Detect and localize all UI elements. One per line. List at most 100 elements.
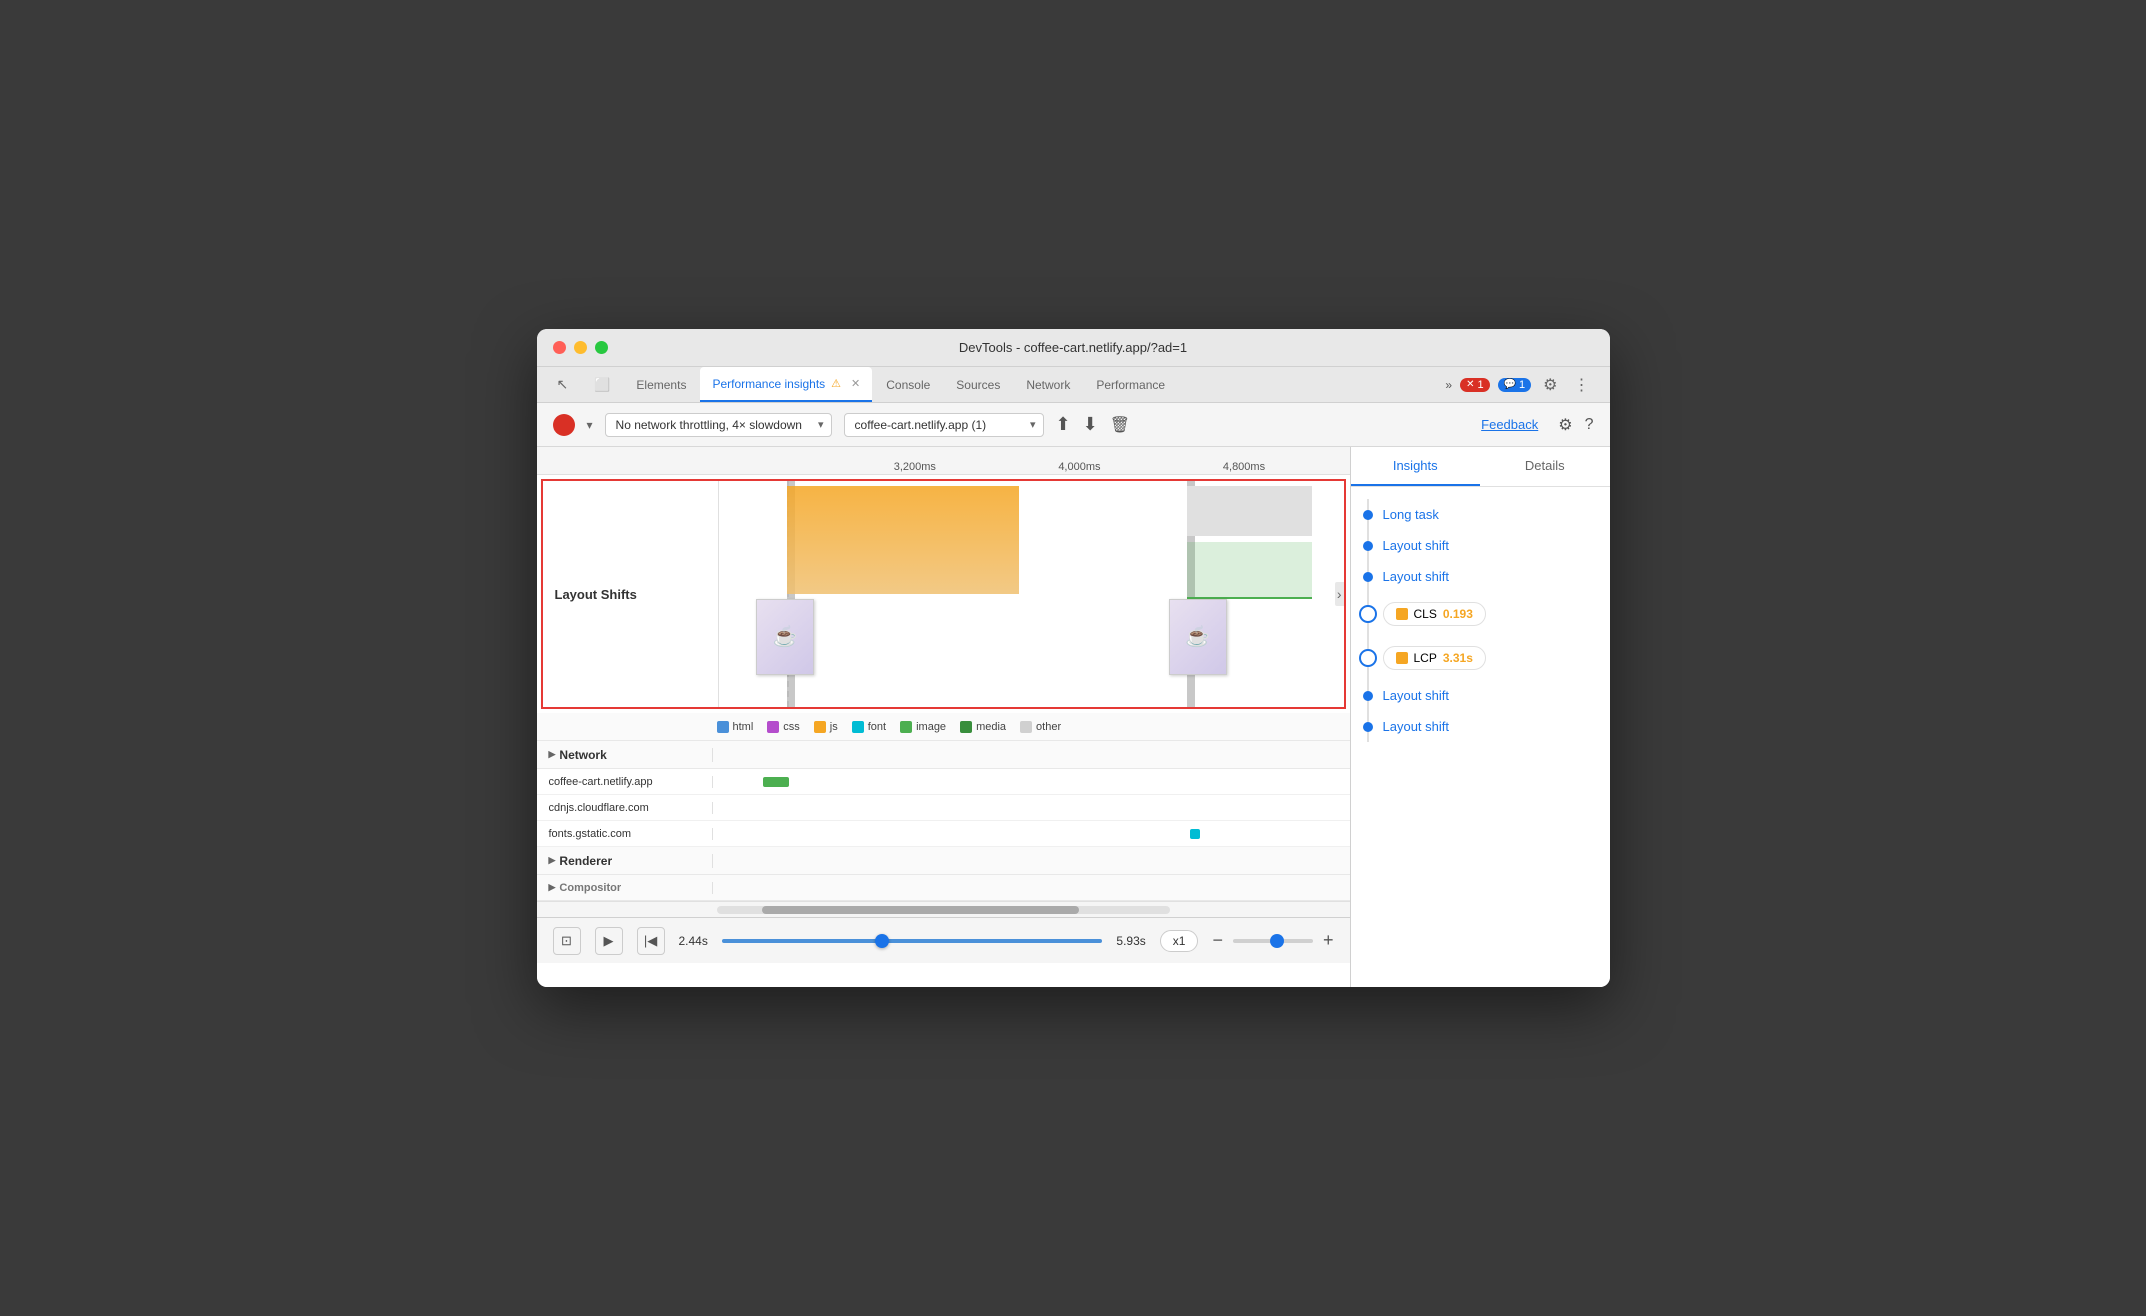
screenshot-toggle-button[interactable]: ⊡ (553, 927, 581, 955)
compositor-section: ▶ Compositor (537, 875, 1350, 901)
network-entry-1: cdnjs.cloudflare.com (537, 795, 1350, 821)
devtools-window: DevTools - coffee-cart.netlify.app/?ad=1… (537, 329, 1610, 987)
info-badge: 💬 1 (1498, 378, 1532, 392)
insight-long-task: Long task (1383, 499, 1610, 530)
link-layout-shift-3[interactable]: Layout shift (1383, 688, 1450, 703)
link-layout-shift-2[interactable]: Layout shift (1383, 569, 1450, 584)
download-icon[interactable]: ⬇ (1083, 414, 1098, 435)
toolbar-help-icon[interactable]: ? (1585, 416, 1594, 434)
network-bar-container-1 (713, 795, 1350, 820)
time-end-label: 5.93s (1116, 934, 1145, 948)
play-icon: ▶ (604, 933, 614, 949)
minimize-button[interactable] (574, 341, 587, 354)
timeline-thumb[interactable] (875, 934, 889, 948)
dot-layout-shift-2 (1363, 572, 1373, 582)
cursor-icon: ↖ (557, 376, 569, 393)
bottom-bar: ⊡ ▶ |◀ 2.44s 5.93s x1 − (537, 917, 1350, 963)
scroll-right-icon[interactable]: › (1335, 582, 1344, 606)
tab-details[interactable]: Details (1480, 447, 1610, 486)
tab-more: » ✕ 1 💬 1 ⚙ ⋮ (1437, 367, 1601, 402)
legend-dot-js (814, 721, 826, 733)
link-long-task[interactable]: Long task (1383, 507, 1439, 522)
zoom-out-button[interactable]: − (1212, 930, 1223, 951)
delete-icon[interactable]: 🗑 (1110, 415, 1130, 435)
time-start-label: 2.44s (679, 934, 708, 948)
tab-performance-insights[interactable]: Performance insights ⚠ ✕ (700, 367, 872, 402)
renderer-label: ▶ Renderer (537, 854, 713, 868)
network-entry-2: fonts.gstatic.com (537, 821, 1350, 847)
link-layout-shift-1[interactable]: Layout shift (1383, 538, 1450, 553)
network-url-0: coffee-cart.netlify.app (537, 776, 713, 788)
scroll-track[interactable] (717, 906, 1170, 914)
toolbar-icons: Feedback ⚙ ? (1481, 415, 1593, 435)
thumb-inner-right: ☕ (1170, 600, 1226, 674)
settings-icon[interactable]: ⚙ (1539, 375, 1561, 395)
renderer-section: ▶ Renderer (537, 847, 1350, 875)
tab-device[interactable]: ⬜ (582, 367, 622, 402)
network-section-header: ▶ Network (537, 741, 1350, 769)
url-select-wrapper: coffee-cart.netlify.app (1) (844, 413, 1044, 437)
tab-console[interactable]: Console (874, 367, 942, 402)
device-icon: ⬜ (594, 377, 610, 393)
title-bar: DevTools - coffee-cart.netlify.app/?ad=1 (537, 329, 1610, 367)
chat-icon: 💬 (1504, 379, 1516, 390)
tab-elements[interactable]: Elements (624, 367, 698, 402)
screenshot-thumb-left[interactable]: ☕ (756, 599, 814, 675)
timeline-slider[interactable] (722, 939, 1103, 943)
close-button[interactable] (553, 341, 566, 354)
toolbar-settings-icon[interactable]: ⚙ (1558, 415, 1572, 435)
tab-performance[interactable]: Performance (1084, 367, 1177, 402)
more-options-icon[interactable]: ⋮ (1570, 375, 1594, 395)
tab-cursor[interactable]: ↖ (545, 367, 581, 402)
legend-font: font (852, 721, 886, 733)
feedback-link[interactable]: Feedback (1481, 417, 1538, 432)
maximize-button[interactable] (595, 341, 608, 354)
record-chevron[interactable]: ▾ (587, 418, 593, 432)
lcp-value: 3.31s (1443, 651, 1473, 665)
dot-layout-shift-1 (1363, 541, 1373, 551)
skip-icon: |◀ (644, 933, 657, 949)
zoom-thumb[interactable] (1270, 934, 1284, 948)
layout-shifts-row[interactable]: Layout Shifts (541, 479, 1346, 709)
traffic-lights (553, 341, 608, 354)
tab-sources[interactable]: Sources (944, 367, 1012, 402)
compositor-expand-icon[interactable]: ▶ (549, 882, 556, 893)
tab-insights[interactable]: Insights (1351, 447, 1481, 486)
record-button[interactable] (553, 414, 575, 436)
scroll-thumb[interactable] (762, 906, 1079, 914)
legend-media: media (960, 721, 1006, 733)
zoom-slider[interactable] (1233, 939, 1313, 943)
toolbar: ▾ No network throttling, 4× slowdown // … (537, 403, 1610, 447)
network-expand-icon[interactable]: ▶ (549, 749, 556, 760)
panel-content: Long task Layout shift Layout shift (1351, 487, 1610, 987)
upload-icon[interactable]: ⬆ (1056, 414, 1071, 435)
cls-value: 0.193 (1443, 607, 1473, 621)
tab-network[interactable]: Network (1014, 367, 1082, 402)
link-layout-shift-4[interactable]: Layout shift (1383, 719, 1450, 734)
play-button[interactable]: ▶ (595, 927, 623, 955)
warning-icon: ⚠ (831, 377, 841, 390)
lcp-label: LCP (1414, 651, 1437, 665)
more-tabs-icon[interactable]: » (1445, 378, 1452, 392)
cls-badge[interactable]: CLS 0.193 (1383, 602, 1486, 626)
zoom-in-button[interactable]: + (1323, 930, 1334, 951)
tab-close-icon[interactable]: ✕ (851, 377, 860, 390)
legend-dot-media (960, 721, 972, 733)
dot-layout-shift-4 (1363, 722, 1373, 732)
time-label-3200: 3,200ms (894, 461, 936, 473)
dot-layout-shift-3 (1363, 691, 1373, 701)
legend-image: image (900, 721, 946, 733)
multiplier-badge: x1 (1160, 930, 1199, 952)
circle-lcp (1359, 649, 1377, 667)
time-ruler: 3,200ms 4,000ms 4,800ms LCP (537, 447, 1350, 475)
circle-cls (1359, 605, 1377, 623)
throttle-select[interactable]: No network throttling, 4× slowdown (605, 413, 832, 437)
skip-start-button[interactable]: |◀ (637, 927, 665, 955)
renderer-expand-icon[interactable]: ▶ (549, 855, 556, 866)
lcp-badge-panel-icon (1396, 652, 1408, 664)
layout-shifts-label: Layout Shifts (543, 481, 719, 707)
lcp-badge-panel[interactable]: LCP 3.31s (1383, 646, 1486, 670)
legend-dot-css (767, 721, 779, 733)
screenshot-thumb-right[interactable]: ☕ (1169, 599, 1227, 675)
url-select[interactable]: coffee-cart.netlify.app (1) (844, 413, 1044, 437)
